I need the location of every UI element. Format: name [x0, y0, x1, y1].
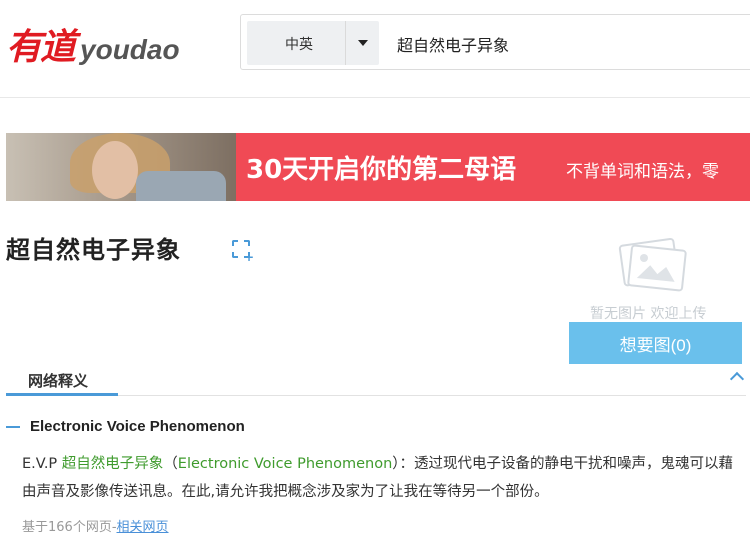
- top-header: 有道 youdao 中英 超自然电子异象: [0, 0, 750, 98]
- tab-label: 网络释义: [28, 372, 89, 390]
- dropdown-arrow-icon[interactable]: [345, 21, 379, 65]
- highlight-english: Electronic Voice Phenomenon: [177, 456, 393, 472]
- collapse-chevron-icon[interactable]: [729, 371, 745, 387]
- language-select[interactable]: 中英: [247, 21, 379, 65]
- tab-web-definitions[interactable]: 网络释义: [6, 368, 118, 396]
- add-to-wordbook-icon[interactable]: [232, 240, 254, 264]
- logo-chinese-text: 有道: [6, 26, 76, 68]
- promo-banner[interactable]: 30天开启你的第二母语 不背单词和语法，零: [6, 133, 750, 201]
- open-paren: （: [163, 456, 178, 472]
- logo-english-text: youdao: [80, 34, 180, 65]
- search-input[interactable]: 超自然电子异象: [397, 32, 509, 56]
- youdao-logo[interactable]: 有道 youdao: [6, 18, 180, 70]
- banner-title: 30天开启你的第二母语: [246, 155, 517, 185]
- banner-photo-shirt: [136, 171, 226, 201]
- banner-photo-face: [92, 141, 138, 199]
- definition-text: E.V.P 超自然电子异象（Electronic Voice Phenomeno…: [22, 450, 744, 506]
- banner-photo: [6, 133, 236, 201]
- related-pages-link[interactable]: 相关网页: [117, 520, 169, 535]
- definition-prefix: E.V.P: [22, 456, 62, 472]
- highlight-chinese: 超自然电子异象: [61, 456, 164, 472]
- language-select-label: 中英: [285, 37, 313, 53]
- source-prefix: 基于166个网页-: [22, 520, 117, 535]
- definition-term[interactable]: Electronic Voice Phenomenon: [30, 418, 245, 435]
- no-image-text: 暂无图片 欢迎上传: [590, 306, 707, 322]
- search-box: 中英 超自然电子异象: [240, 14, 750, 70]
- source-line: 基于166个网页-相关网页: [22, 516, 169, 535]
- word-title: 超自然电子异象: [6, 236, 181, 264]
- definition-tabs: 网络释义: [6, 368, 746, 396]
- want-image-button[interactable]: 想要图(0): [569, 322, 742, 364]
- banner-subtitle: 不背单词和语法，零: [566, 162, 719, 182]
- no-image-icon: [610, 236, 690, 292]
- dash-icon: [6, 425, 20, 428]
- definition-heading: Electronic Voice Phenomenon: [6, 418, 245, 435]
